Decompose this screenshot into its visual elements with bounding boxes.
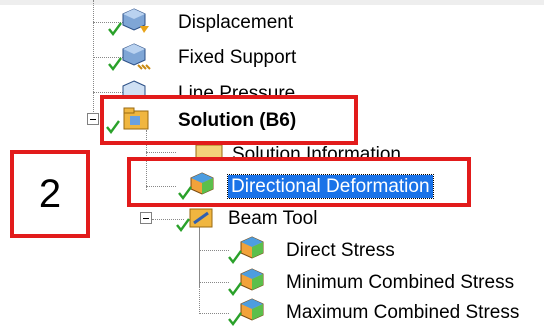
tree-item-label: Direct Stress	[286, 239, 395, 261]
tree-line	[93, 0, 94, 120]
check-icon	[108, 22, 122, 36]
step-number: 2	[38, 171, 62, 216]
highlight-box-solution	[100, 95, 358, 145]
tree-line	[199, 250, 229, 251]
tree-item-label: Minimum Combined Stress	[286, 271, 515, 293]
highlight-box-directional-deformation	[127, 157, 471, 207]
tree-item-label: Fixed Support	[178, 46, 297, 68]
tree-line	[199, 282, 229, 283]
line-pressure-icon	[122, 80, 146, 96]
tree-item-maximum-combined-stress[interactable]: Maximum Combined Stress	[228, 296, 519, 328]
tree-line	[146, 152, 176, 153]
tree-item-direct-stress[interactable]: Direct Stress	[228, 234, 395, 266]
tree-item-minimum-combined-stress[interactable]: Minimum Combined Stress	[228, 266, 514, 298]
tree-item-label: Maximum Combined Stress	[286, 301, 520, 323]
tree-item-label: Beam Tool	[228, 207, 318, 229]
tree-item-line-pressure[interactable]: Line Pressure	[118, 76, 295, 96]
displacement-icon	[122, 8, 149, 33]
check-icon	[176, 218, 190, 232]
tree-line	[199, 227, 200, 314]
check-icon	[228, 312, 242, 326]
tree-line	[199, 313, 229, 314]
fixed-support-icon	[122, 43, 151, 70]
collapse-toggle-solution[interactable]	[87, 113, 99, 125]
check-icon	[228, 250, 242, 264]
tree-item-fixed-support[interactable]: Fixed Support	[108, 41, 297, 73]
tree-item-displacement[interactable]: Displacement	[108, 6, 294, 38]
collapse-toggle-beam-tool[interactable]	[140, 212, 152, 224]
tree-item-label: Solution Information	[232, 143, 401, 158]
check-icon	[228, 282, 242, 296]
tree-item-label: Displacement	[178, 11, 294, 33]
step-number-label: 2	[10, 150, 90, 238]
check-icon	[108, 57, 122, 71]
